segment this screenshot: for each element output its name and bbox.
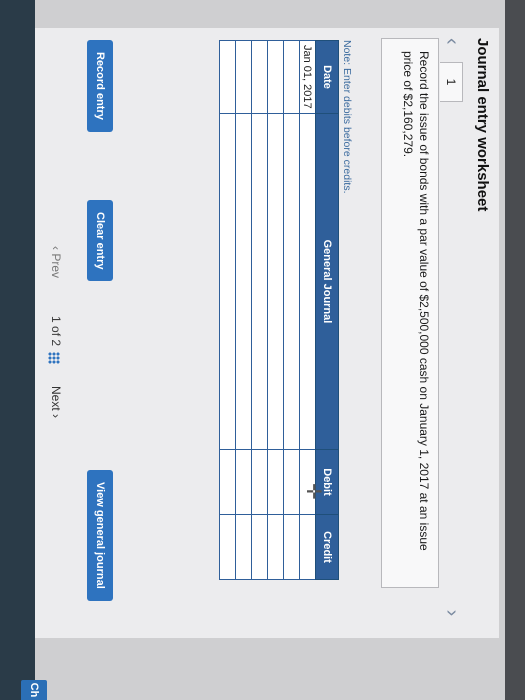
total-pages: 2 [49, 339, 63, 347]
col-general-journal: General Journal [315, 113, 339, 450]
step-tab-1[interactable]: 1 [440, 62, 463, 102]
page-of: of [49, 326, 63, 337]
screen: Ch Journal entry worksheet ‹ 1 › Record … [0, 0, 525, 700]
chevron-left-icon[interactable]: ‹ [441, 38, 463, 54]
table-row [219, 40, 236, 580]
date-cell[interactable] [267, 40, 284, 114]
date-cell[interactable]: Jan 01, 2017 [299, 40, 316, 114]
account-select[interactable] [251, 113, 268, 450]
account-select[interactable] [219, 113, 236, 450]
grid-icon[interactable] [48, 352, 60, 364]
credit-input[interactable] [251, 514, 268, 580]
col-date: Date [315, 40, 339, 114]
debit-input[interactable] [235, 449, 252, 515]
chevron-right-icon[interactable]: › [441, 603, 463, 623]
credit-input[interactable] [235, 514, 252, 580]
credit-input[interactable] [219, 514, 236, 580]
credit-input[interactable] [267, 514, 284, 580]
debit-input[interactable] [283, 449, 300, 515]
debit-input[interactable] [299, 449, 316, 515]
next-label: Next [49, 386, 63, 411]
note-text: Note: Enter debits before credits. [341, 40, 353, 194]
account-select[interactable] [235, 113, 252, 450]
date-cell[interactable] [283, 40, 300, 114]
action-buttons: Record entry Clear entry View general jo… [83, 40, 113, 610]
instruction-text: Record the issue of bonds with a par val… [401, 51, 431, 551]
instruction-box: Record the issue of bonds with a par val… [381, 38, 439, 588]
side-tab[interactable]: Ch [21, 680, 47, 700]
account-select[interactable] [267, 113, 284, 450]
current-page: 1 [49, 316, 63, 323]
date-cell[interactable] [235, 40, 252, 114]
debit-input[interactable] [219, 449, 236, 515]
view-general-journal-button[interactable]: View general journal [87, 470, 113, 601]
col-debit: Debit [315, 449, 339, 515]
date-cell[interactable] [251, 40, 268, 114]
step-nav: ‹ 1 › [437, 38, 465, 630]
account-select[interactable] [283, 113, 300, 450]
page-indicator: 1 of 2 [49, 316, 63, 346]
prev-label: Prev [49, 253, 63, 279]
account-select[interactable] [299, 113, 316, 450]
table-row [251, 40, 268, 580]
record-entry-button[interactable]: Record entry [87, 40, 113, 132]
clear-entry-button[interactable]: Clear entry [87, 200, 113, 282]
prev-link[interactable]: ‹ Prev [49, 246, 63, 278]
table-row [283, 40, 300, 580]
journal-worksheet-panel: Journal entry worksheet ‹ 1 › Record the… [35, 28, 499, 638]
top-strip [505, 0, 525, 700]
date-cell[interactable] [219, 40, 236, 114]
col-credit: Credit [315, 514, 339, 580]
next-link[interactable]: Next › [49, 386, 63, 418]
pager: ‹ Prev 1 of 2 Next › [43, 246, 63, 446]
crosshair-cursor-icon: ✛ [302, 483, 324, 500]
table-row [235, 40, 252, 580]
worksheet-title: Journal entry worksheet [474, 38, 491, 212]
debit-input[interactable] [251, 449, 268, 515]
credit-input[interactable] [283, 514, 300, 580]
credit-input[interactable] [299, 514, 316, 580]
debit-input[interactable] [267, 449, 284, 515]
bottom-strip [0, 0, 35, 700]
table-row [267, 40, 284, 580]
